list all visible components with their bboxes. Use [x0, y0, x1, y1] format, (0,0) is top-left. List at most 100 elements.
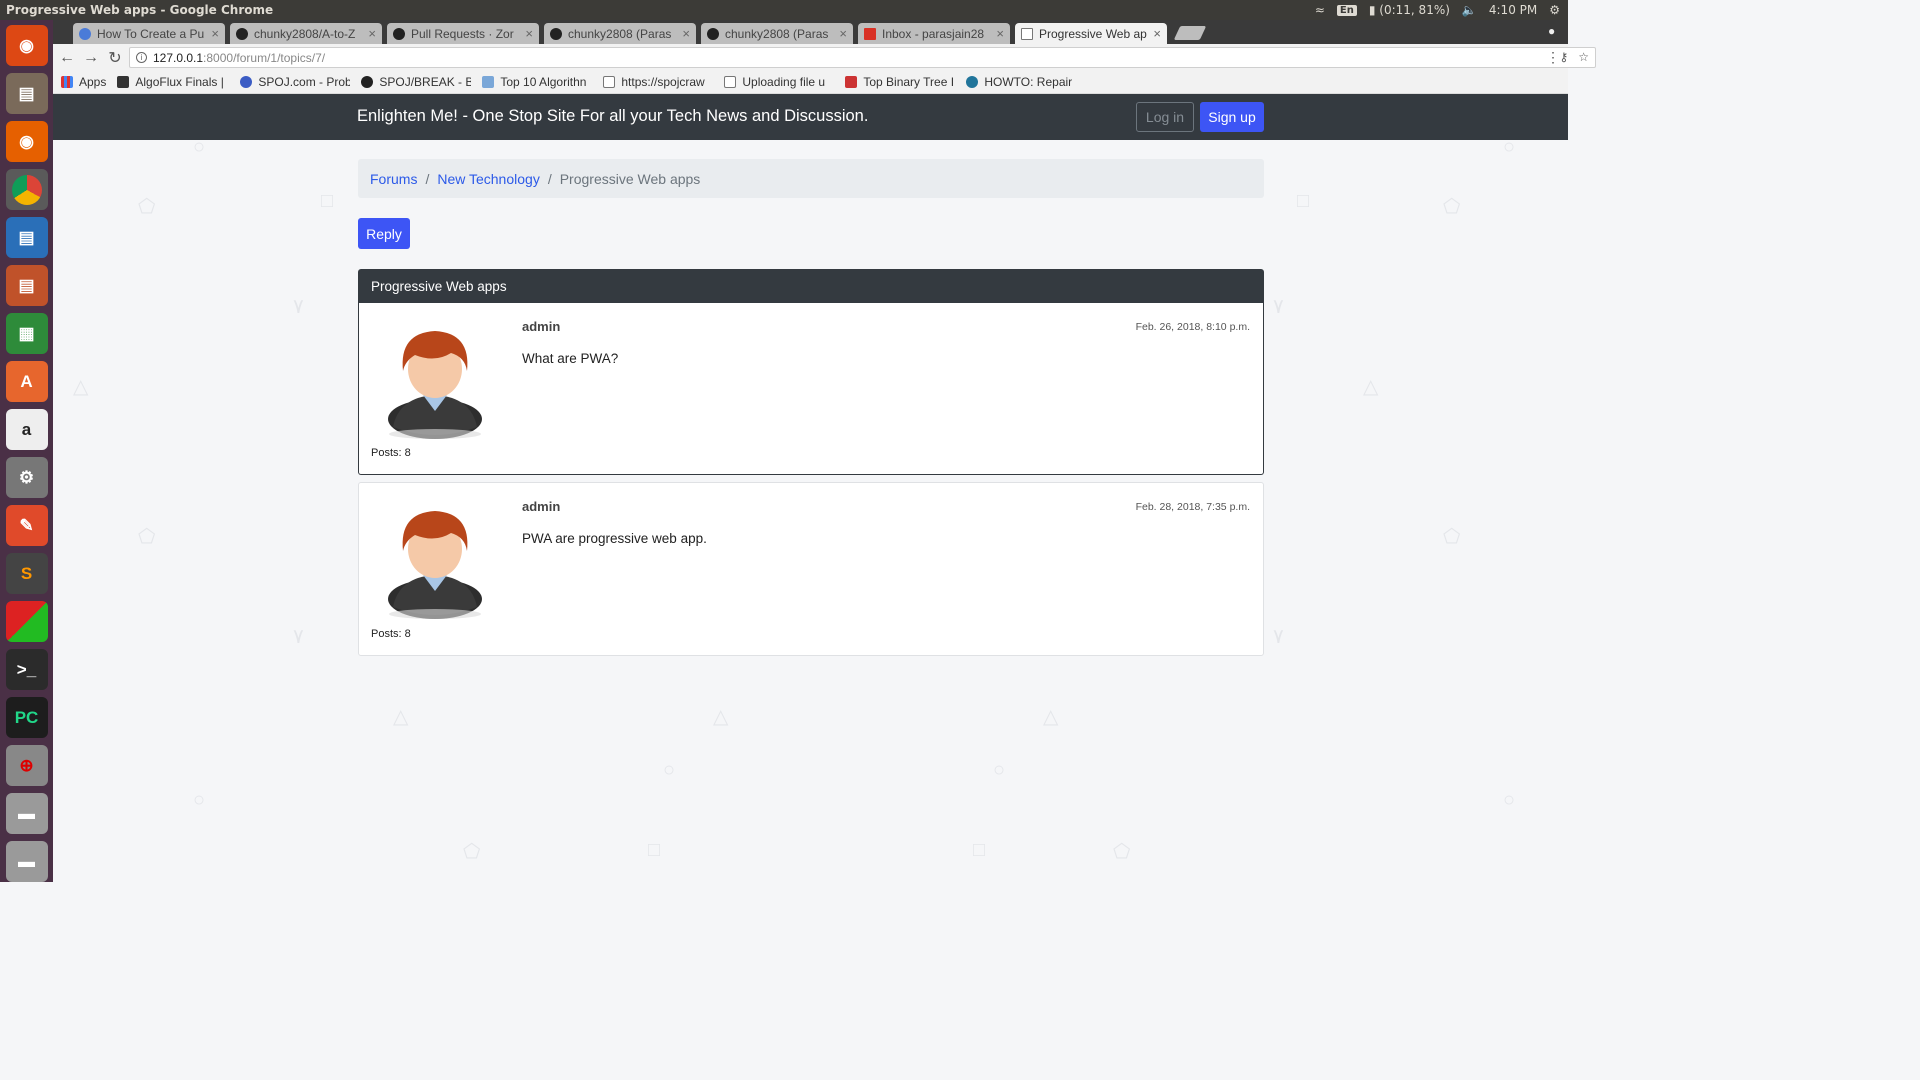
tab-favicon-icon: [79, 27, 91, 40]
screenshot-icon[interactable]: ⊕: [5, 745, 48, 786]
ubuntu-launcher: ◉ ▤ ◉ ▤ ▤ ▦ A a ⚙ ✎ S >_ PC ⊕ ▬ ▬: [0, 20, 53, 882]
pattern-pentagon-icon: ⬠: [1443, 196, 1461, 218]
author-post-count: Posts: 8: [371, 628, 411, 640]
post-date: Feb. 26, 2018, 8:10 p.m.: [1135, 321, 1250, 333]
topcoder-icon: [482, 76, 495, 88]
profile-icon[interactable]: ●: [1548, 24, 1562, 38]
algoflux-icon: [117, 76, 130, 88]
app-grid-icon[interactable]: [5, 601, 48, 642]
bookmark[interactable]: Uploading file u: [724, 75, 834, 89]
new-tab-button[interactable]: [1173, 26, 1207, 40]
tab-label: Inbox - parasjain28: [882, 26, 985, 41]
trash-icon[interactable]: ▬: [5, 841, 48, 882]
tab-close-icon[interactable]: ×: [1153, 26, 1161, 41]
pattern-square-icon: □: [321, 190, 334, 212]
breadcrumb: Forums / New Technology / Progressive We…: [358, 159, 1264, 198]
breadcrumb-board-link[interactable]: New Technology: [437, 171, 539, 187]
pattern-square-icon: □: [1297, 190, 1310, 212]
browser-tab-strip: How To Create a Pu × chunky2808/A-to-Z × P…: [53, 20, 1568, 44]
key-icon[interactable]: ⚷: [1559, 50, 1568, 64]
tab[interactable]: Pull Requests · Zor ×: [387, 23, 539, 44]
bookmark-star-icon[interactable]: ☆: [1578, 50, 1589, 64]
impress-icon[interactable]: ▤: [5, 265, 48, 306]
tab[interactable]: Inbox - parasjain28 ×: [858, 23, 1010, 44]
url-path: :8000/forum/1/topics/7/: [203, 50, 326, 65]
tab-label: chunky2808 (Paras: [568, 26, 672, 41]
bookmark-label: Top Binary Tree I: [863, 75, 955, 89]
site-brand[interactable]: Enlighten Me! - One Stop Site For all yo…: [357, 107, 868, 126]
tab-label: chunky2808/A-to-Z: [254, 26, 356, 41]
tab[interactable]: How To Create a Pu ×: [73, 23, 225, 44]
terminal-icon[interactable]: >_: [5, 649, 48, 690]
software-center-icon[interactable]: A: [5, 361, 48, 402]
address-bar[interactable]: i 127.0.0.1:8000/forum/1/topics/7/ ⚷ ☆: [129, 47, 1596, 68]
chrome-icon[interactable]: [5, 169, 48, 210]
topic-title: Progressive Web apps: [371, 278, 507, 294]
tab-close-icon[interactable]: ×: [525, 26, 533, 41]
post-author[interactable]: admin: [522, 499, 560, 514]
bookmark-label: Top 10 Algorithn: [500, 75, 587, 89]
bookmark[interactable]: AlgoFlux Finals |: [117, 75, 229, 89]
bookmark-label: SPOJ/BREAK - B: [379, 75, 472, 89]
bookmark[interactable]: https://spojcraw: [603, 75, 713, 89]
clock[interactable]: 4:10 PM: [1489, 3, 1537, 17]
breadcrumb-forums-link[interactable]: Forums: [370, 171, 417, 187]
post-author[interactable]: admin: [522, 319, 560, 334]
bookmark[interactable]: HOWTO: Repair: [966, 75, 1072, 89]
bookmark-label: Apps: [79, 75, 107, 89]
github-icon: [393, 27, 405, 40]
wifi-icon[interactable]: ≈: [1315, 3, 1325, 17]
reload-icon[interactable]: ↻: [103, 48, 127, 68]
tab-close-icon[interactable]: ×: [368, 26, 376, 41]
post-message: What are PWA?: [522, 351, 619, 366]
pycharm-icon[interactable]: PC: [5, 697, 48, 738]
page-icon: [603, 76, 616, 88]
tab-close-icon[interactable]: ×: [839, 26, 847, 41]
pattern-spiral-icon: ٧: [1273, 626, 1284, 648]
bookmark[interactable]: SPOJ/BREAK - B: [361, 75, 471, 89]
system-settings-icon[interactable]: ⚙: [5, 457, 48, 498]
pattern-triangle-icon: △: [393, 706, 409, 728]
tab-close-icon[interactable]: ×: [682, 26, 690, 41]
firefox-icon[interactable]: ◉: [5, 121, 48, 162]
browser-toolbar: ← → ↻ i 127.0.0.1:8000/forum/1/topics/7/…: [53, 44, 1596, 71]
battery-indicator[interactable]: ▮ (0:11, 81%): [1369, 3, 1450, 17]
forward-icon[interactable]: →: [79, 49, 103, 67]
tab[interactable]: chunky2808 (Paras ×: [701, 23, 853, 44]
writer-icon[interactable]: ▤: [5, 217, 48, 258]
pattern-pentagon-icon: ⬠: [1113, 841, 1131, 863]
files-icon[interactable]: ▤: [5, 73, 48, 114]
tab[interactable]: chunky2808/A-to-Z ×: [230, 23, 382, 44]
tab[interactable]: chunky2808 (Paras ×: [544, 23, 696, 44]
back-icon[interactable]: ←: [55, 49, 79, 67]
post-card: Posts: 8 admin Feb. 28, 2018, 7:35 p.m. …: [358, 482, 1264, 656]
volume-icon[interactable]: 🔈: [1462, 3, 1477, 17]
calc-icon[interactable]: ▦: [5, 313, 48, 354]
postman-icon[interactable]: ✎: [5, 505, 48, 546]
site-info-icon[interactable]: i: [136, 52, 147, 63]
signup-button[interactable]: Sign up: [1200, 102, 1264, 132]
chrome-menu-icon[interactable]: ⋮: [1546, 49, 1560, 66]
bookmark[interactable]: Top Binary Tree I: [845, 75, 955, 89]
post-date: Feb. 28, 2018, 7:35 p.m.: [1135, 501, 1250, 513]
pattern-spiral-icon: ٧: [293, 626, 304, 648]
login-button[interactable]: Log in: [1136, 102, 1194, 132]
amazon-icon[interactable]: a: [5, 409, 48, 450]
drive-icon[interactable]: ▬: [5, 793, 48, 834]
battery-status: (0:11, 81%): [1379, 3, 1450, 17]
pattern-pentagon-icon: ⬠: [138, 526, 156, 548]
bookmark-apps[interactable]: Apps: [61, 75, 106, 89]
tab-active[interactable]: Progressive Web ap ×: [1015, 23, 1167, 44]
topic-header: Progressive Web apps: [358, 269, 1264, 303]
ubuntu-dash-icon[interactable]: ◉: [5, 25, 48, 66]
settings-gear-icon[interactable]: ⚙: [1549, 3, 1560, 17]
bookmark[interactable]: Top 10 Algorithn: [482, 75, 592, 89]
bookmarks-bar: Apps AlgoFlux Finals | SPOJ.com - Prob S…: [53, 71, 1568, 94]
tab-close-icon[interactable]: ×: [211, 26, 219, 41]
reply-button[interactable]: Reply: [358, 218, 410, 249]
bookmark[interactable]: SPOJ.com - Prob: [240, 75, 350, 89]
tab-close-icon[interactable]: ×: [996, 26, 1004, 41]
bookmark-label: https://spojcraw: [621, 75, 705, 89]
sublime-text-icon[interactable]: S: [5, 553, 48, 594]
keyboard-layout-indicator[interactable]: En: [1336, 4, 1357, 16]
